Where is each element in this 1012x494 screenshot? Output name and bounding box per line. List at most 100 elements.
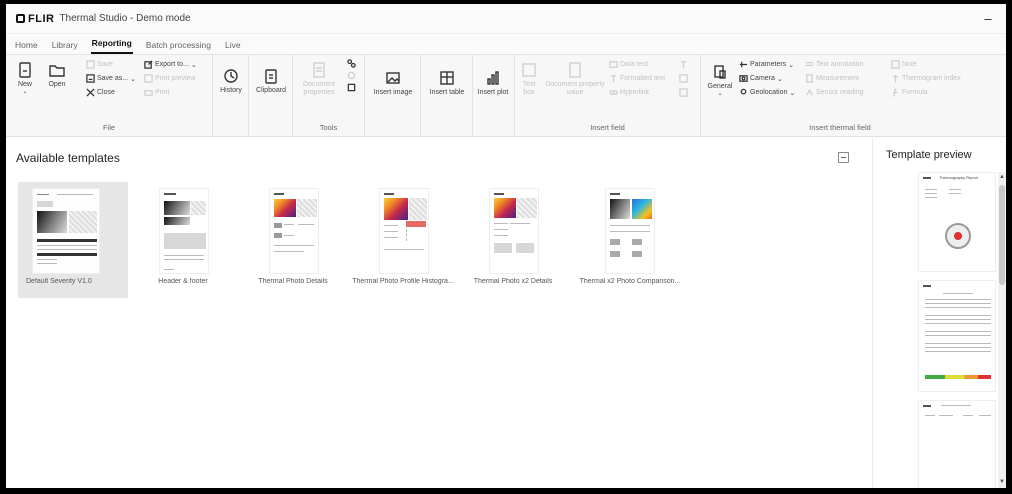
tab-home[interactable]: Home: [14, 40, 39, 54]
camera-button[interactable]: Camera ⌄: [739, 74, 783, 83]
template-thumbnail: [379, 188, 429, 274]
clipboard-button[interactable]: Clipboard: [254, 67, 288, 95]
template-thermal-photo-details[interactable]: Thermal Photo Details: [238, 182, 348, 298]
save-as-icon: [86, 74, 95, 83]
print-button[interactable]: Print: [144, 88, 169, 97]
geolocation-label: Geolocation: [750, 89, 788, 96]
parameters-button[interactable]: Parameters ⌄: [739, 60, 794, 69]
template-list: Default Severity V1.0 Header & footer Th…: [18, 182, 692, 298]
insert-table-group: Insert table: [421, 55, 473, 136]
print-preview-label: Print preview: [155, 75, 196, 82]
hyperlink-button[interactable]: Hyperlink: [609, 88, 649, 97]
export-icon: [144, 60, 153, 69]
template-preview-panel: Thermography Report ▲ ▼: [882, 172, 1006, 488]
scroll-down-icon[interactable]: ▼: [999, 478, 1005, 486]
open-button[interactable]: Open: [40, 61, 74, 89]
print-label: Print: [155, 89, 170, 96]
close-button[interactable]: Close: [86, 88, 115, 97]
measurement-button[interactable]: Measurement: [805, 74, 859, 83]
refresh-icon: [347, 71, 356, 80]
scroll-up-icon[interactable]: ▲: [999, 173, 1005, 181]
link-nodes-icon: [347, 59, 356, 68]
template-thumbnail: [489, 188, 539, 274]
document-property-value-button[interactable]: Document property value: [545, 61, 605, 98]
formatted-text-label: Formatted text: [620, 75, 666, 82]
measurement-label: Measurement: [816, 75, 859, 82]
close-icon: [86, 88, 95, 97]
clipboard-label: Clipboard: [256, 87, 286, 94]
insert-plot-button[interactable]: Insert plot: [476, 69, 510, 97]
field-option-1-button[interactable]: [679, 60, 688, 69]
scrollbar-thumb[interactable]: [999, 185, 1005, 285]
template-thumbnail: [32, 188, 100, 274]
save-icon: [86, 60, 95, 69]
text-box-icon: [522, 63, 536, 77]
save-as-button[interactable]: Save as... ⌄: [86, 74, 136, 83]
text-annotation-button[interactable]: Text annotation: [805, 60, 863, 69]
template-preview-title: Template preview: [886, 149, 972, 161]
template-thumbnail: [605, 188, 655, 274]
text-annotation-icon: [805, 62, 814, 67]
text-box-button[interactable]: Text box: [517, 61, 541, 98]
insert-table-button[interactable]: Insert table: [425, 69, 469, 97]
preview-report-heading: Thermography Report: [939, 175, 979, 180]
camera-icon: [739, 75, 748, 82]
sensor-icon: [806, 89, 813, 96]
thermogram-index-button[interactable]: Thermogram index: [891, 74, 961, 83]
preview-scrollbar[interactable]: ▲ ▼: [998, 172, 1006, 488]
print-preview-button[interactable]: Print preview: [144, 74, 195, 83]
insert-thermal-field-group-label: Insert thermal field: [809, 123, 871, 132]
tab-reporting[interactable]: Reporting: [90, 38, 133, 54]
template-thermal-photo-profile-histogram[interactable]: Thermal Photo Profile Histogra...: [348, 182, 458, 298]
template-thermal-x2-photo-comparison[interactable]: Thermal x2 Photo Comparison...: [568, 182, 692, 298]
formula-button[interactable]: Formula: [891, 88, 928, 97]
available-templates-title: Available templates: [16, 151, 120, 165]
field-option-2-button[interactable]: [679, 74, 688, 83]
template-name: Thermal Photo x2 Details: [473, 278, 553, 285]
text-box-label: Text box: [522, 81, 536, 97]
template-name: Default Severity V1.0: [26, 278, 92, 285]
save-label: Save: [97, 61, 113, 68]
template-header-footer[interactable]: Header & footer: [128, 182, 238, 298]
collapse-preview-button[interactable]: [838, 152, 849, 163]
tools-save-button[interactable]: [347, 83, 356, 92]
document-properties-button[interactable]: Document properties: [297, 61, 341, 98]
tools-group-label: Tools: [319, 123, 338, 132]
sensor-reading-button[interactable]: Sensor reading: [805, 88, 863, 97]
save-button[interactable]: Save: [86, 60, 113, 69]
geolocation-dropdown-icon: ⌄: [789, 89, 796, 97]
note-button[interactable]: Note: [891, 60, 917, 69]
data-text-button[interactable]: Data text: [609, 60, 648, 69]
note-icon: [891, 60, 900, 69]
minimize-button[interactable]: –: [980, 11, 996, 26]
new-button[interactable]: New ⌄: [8, 61, 42, 97]
data-text-label: Data text: [620, 61, 649, 68]
tab-batch-processing[interactable]: Batch processing: [145, 40, 212, 54]
geolocation-button[interactable]: Geolocation ⌄: [739, 88, 795, 97]
template-thermal-photo-x2-details[interactable]: Thermal Photo x2 Details: [458, 182, 568, 298]
file-group-label: File: [102, 123, 116, 132]
tab-library[interactable]: Library: [51, 40, 79, 54]
tools-link-button[interactable]: [347, 59, 356, 68]
tab-live[interactable]: Live: [224, 40, 242, 54]
folder-icon: [49, 65, 65, 77]
table-icon: [440, 71, 454, 85]
grid-icon: [679, 74, 688, 83]
template-name: Thermal Photo Details: [258, 278, 328, 285]
document-properties-label: Document properties: [303, 81, 335, 97]
history-button[interactable]: History: [214, 67, 248, 95]
general-button[interactable]: General ⌄: [703, 63, 737, 99]
template-default-severity[interactable]: Default Severity V1.0: [18, 182, 128, 298]
field-option-3-button[interactable]: [679, 88, 688, 97]
tools-refresh-button[interactable]: [347, 71, 356, 80]
general-icon: [714, 65, 726, 79]
insert-image-button[interactable]: Insert image: [370, 69, 416, 97]
insert-image-group: Insert image: [365, 55, 421, 136]
formatted-text-button[interactable]: Formatted text: [609, 74, 665, 83]
checkbox-icon: [679, 88, 688, 97]
export-button[interactable]: Export to... ⌄: [144, 60, 197, 69]
document-properties-icon: [313, 62, 325, 78]
close-label: Close: [97, 89, 115, 96]
save-as-label: Save as...: [97, 75, 129, 82]
text-format-icon: [680, 61, 687, 69]
